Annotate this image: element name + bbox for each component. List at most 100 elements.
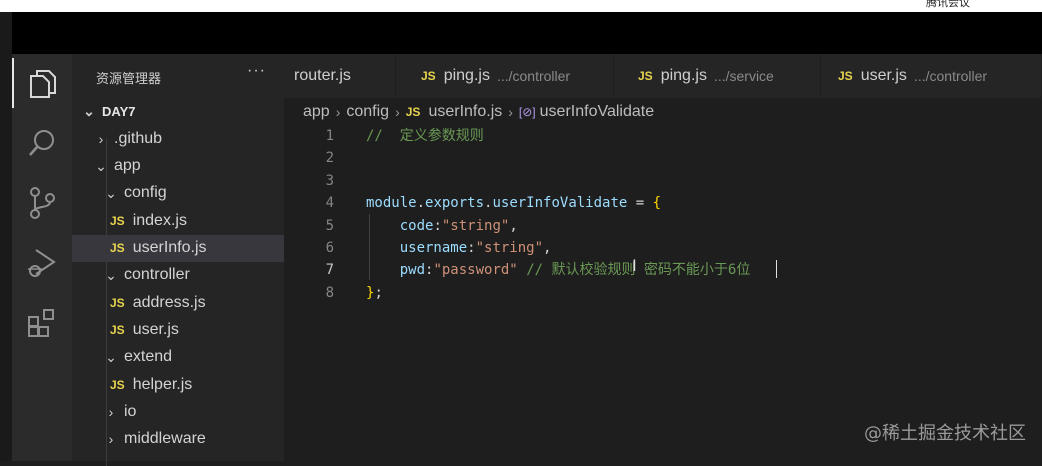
tree-folder-item[interactable]: › io <box>72 398 316 425</box>
breadcrumb-item[interactable]: app <box>303 103 330 121</box>
chevron-down-icon: ⌄ <box>105 348 117 365</box>
breadcrumb-item[interactable]: userInfoValidate <box>540 103 654 121</box>
code-token: , <box>543 240 552 256</box>
chevron-right-icon: › <box>98 130 104 147</box>
js-file-icon: JS <box>110 213 125 228</box>
extensions-activity-button[interactable] <box>12 298 72 348</box>
tab-ping-controller[interactable]: JS ping.js .../controller <box>404 54 614 98</box>
indent-guide <box>369 214 370 280</box>
tree-folder-item[interactable]: › .github <box>72 125 306 152</box>
tab-description: .../service <box>713 68 774 84</box>
line-number: 3 <box>325 172 334 189</box>
search-activity-button[interactable] <box>12 118 72 168</box>
explorer-title: 资源管理器 <box>96 71 162 86</box>
watermark: @稀土掘金技术社区 <box>864 423 1026 444</box>
code-editor[interactable]: 12345678 // 定义参数规则 module.exports.userInf… <box>284 124 1042 461</box>
tab-description: .../controller <box>496 68 571 84</box>
extensions-icon <box>28 309 54 337</box>
tree-item-label: io <box>124 402 137 420</box>
source-control-activity-button[interactable] <box>12 178 72 228</box>
tree-item-label: userInfo.js <box>132 239 207 256</box>
js-file-icon: JS <box>421 69 436 83</box>
tab-user-controller[interactable]: JS user.js .../controller <box>821 54 1042 98</box>
tree-item-label: user.js <box>132 320 179 338</box>
tab-label: ping.js <box>443 67 490 84</box>
explorer-sidebar: 资源管理器 ··· ⌄ DAY7 › .github ⌄ app ⌄ config JS inde… <box>72 54 322 466</box>
code-token: . <box>416 195 426 212</box>
code-token: exports <box>425 195 485 212</box>
search-icon <box>29 130 54 156</box>
js-file-icon: JS <box>405 105 421 119</box>
source-control-icon <box>30 187 55 219</box>
js-file-icon: JS <box>838 69 853 83</box>
code-token: // 定义参数规则 <box>366 128 484 144</box>
tree-folder-item[interactable]: ⌄ config <box>72 180 316 207</box>
run-debug-activity-button[interactable] <box>12 238 72 288</box>
tree-item-label: .github <box>114 129 163 147</box>
chevron-down-icon: ⌄ <box>105 266 117 283</box>
code-token: : <box>467 240 476 256</box>
js-file-icon: JS <box>110 241 125 255</box>
activity-bar <box>12 54 72 461</box>
line-number: 4 <box>325 195 334 212</box>
breadcrumb-item[interactable]: config <box>346 103 389 121</box>
code-line: module.exports.userInfoValidate = { <box>366 192 661 214</box>
tab-label: user.js <box>860 67 907 84</box>
code-token: = <box>627 195 653 212</box>
chevron-down-icon: ⌄ <box>105 184 117 201</box>
tree-folder-item[interactable]: ⌄ app <box>72 153 306 180</box>
tab-label: router.js <box>294 67 351 84</box>
run-debug-icon <box>28 249 56 277</box>
code-token: module <box>366 195 417 212</box>
breadcrumb-separator-icon: › <box>395 104 400 120</box>
tab-router-js[interactable]: router.js <box>284 54 396 98</box>
tab-ping-service[interactable]: JS ping.js .../service <box>621 54 821 98</box>
files-icon <box>30 70 56 98</box>
tree-item-label: middleware <box>124 430 206 448</box>
chevron-down-icon: ⌄ <box>95 157 107 174</box>
breadcrumb-item[interactable]: userInfo.js <box>428 103 502 121</box>
js-file-icon: JS <box>110 295 125 310</box>
code-token: "password" <box>433 262 518 279</box>
code-line: }; <box>366 282 383 304</box>
more-actions-icon[interactable]: ··· <box>247 62 266 80</box>
tree-folder-item[interactable]: ⌄ extend <box>72 344 316 371</box>
tree-folder-item[interactable]: › middleware <box>72 426 316 453</box>
tab-label: ping.js <box>660 67 707 84</box>
tree-folder-item[interactable]: ⌄ DAY7 <box>72 98 294 125</box>
editor-tabs: router.js JS ping.js .../controller JS p… <box>284 54 1042 98</box>
symbol-variable-icon: [⊘] <box>518 105 536 119</box>
chevron-right-icon: › <box>108 431 114 448</box>
meeting-strip: 腾讯会议 <box>0 0 1042 12</box>
chevron-right-icon: › <box>108 403 114 420</box>
code-token: "string" <box>441 217 510 234</box>
breadcrumb-separator-icon: › <box>335 104 341 120</box>
meeting-label: 腾讯会议 <box>926 0 970 9</box>
breadcrumb-separator-icon: › <box>508 104 513 120</box>
tree-item-label: extend <box>124 348 173 366</box>
code-token: pwd <box>399 262 426 279</box>
line-number: 8 <box>325 284 334 301</box>
code-token: ; <box>374 284 383 301</box>
chevron-down-icon: ⌄ <box>83 103 95 119</box>
code-token: // 默认校验规则 密码不能小于6位 <box>526 262 751 279</box>
tree-item-label: DAY7 <box>102 104 136 119</box>
explorer-activity-button[interactable] <box>12 58 72 108</box>
code-token: { <box>652 195 662 212</box>
line-number: 2 <box>325 150 334 167</box>
code-token: userInfoValidate <box>492 195 628 212</box>
breadcrumb: app › config › JS userInfo.js › [⊘] user… <box>303 101 654 123</box>
code-token: username <box>399 240 468 256</box>
ibeam-cursor-icon: I <box>632 256 637 275</box>
tree-folder-item[interactable]: ⌄ controller <box>72 262 316 289</box>
tree-item-label: index.js <box>132 211 187 229</box>
left-gutter <box>0 12 12 461</box>
tree-item-label: controller <box>124 266 190 284</box>
line-number: 6 <box>325 240 334 256</box>
js-file-icon: JS <box>638 69 653 83</box>
tree-item-label: address.js <box>132 293 206 311</box>
